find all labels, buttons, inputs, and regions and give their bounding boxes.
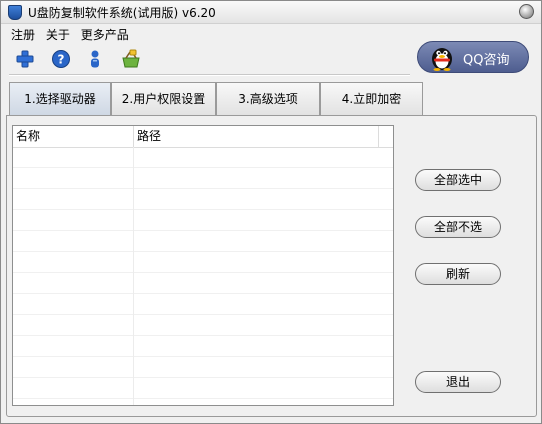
close-button[interactable] <box>519 4 534 19</box>
column-divider <box>133 315 134 336</box>
title-bar: U盘防复制软件系统(试用版) v6.20 <box>1 1 541 24</box>
column-divider <box>133 399 134 405</box>
tab-user-permissions[interactable]: 2.用户权限设置 <box>111 82 216 115</box>
list-empty-row <box>13 378 393 399</box>
tab-select-drive[interactable]: 1.选择驱动器 <box>9 82 111 115</box>
list-empty-row <box>13 147 393 168</box>
column-divider <box>133 273 134 294</box>
main-window: U盘防复制软件系统(试用版) v6.20 注册 关于 更多产品 ? QQ咨询 1… <box>0 0 542 424</box>
list-empty-row <box>13 399 393 405</box>
svg-text:?: ? <box>58 53 65 67</box>
column-divider <box>133 231 134 252</box>
tab-advanced-options[interactable]: 3.高级选项 <box>216 82 320 115</box>
tab-panel: 名称 路径 全部选中 全部不选 刷新 退出 <box>6 115 537 417</box>
user-icon[interactable] <box>85 49 105 69</box>
help-icon[interactable]: ? <box>51 49 71 69</box>
column-divider <box>133 294 134 315</box>
select-none-button[interactable]: 全部不选 <box>415 216 501 238</box>
column-divider <box>133 189 134 210</box>
list-empty-row <box>13 231 393 252</box>
column-divider <box>133 168 134 189</box>
list-empty-row <box>13 315 393 336</box>
list-empty-row <box>13 357 393 378</box>
menu-register[interactable]: 注册 <box>11 26 35 43</box>
basket-icon[interactable] <box>121 49 141 69</box>
column-divider <box>133 147 134 168</box>
column-divider <box>133 336 134 357</box>
app-shield-icon <box>8 5 22 20</box>
list-empty-row <box>13 189 393 210</box>
exit-button[interactable]: 退出 <box>415 371 501 393</box>
column-divider <box>133 210 134 231</box>
column-header-name[interactable]: 名称 <box>13 126 134 147</box>
menu-about[interactable]: 关于 <box>46 26 70 43</box>
column-divider <box>133 252 134 273</box>
window-title: U盘防复制软件系统(试用版) v6.20 <box>28 6 216 20</box>
qq-consult-button[interactable]: QQ咨询 <box>417 41 529 73</box>
plus-icon[interactable] <box>15 49 35 69</box>
refresh-button[interactable]: 刷新 <box>415 263 501 285</box>
list-empty-row <box>13 294 393 315</box>
menu-bar: 注册 关于 更多产品 <box>11 26 136 42</box>
menu-more-products[interactable]: 更多产品 <box>81 26 129 43</box>
column-divider <box>133 378 134 399</box>
list-header: 名称 路径 <box>13 126 393 148</box>
list-empty-row <box>13 168 393 189</box>
list-empty-row <box>13 336 393 357</box>
select-all-button[interactable]: 全部选中 <box>415 169 501 191</box>
tab-encrypt-now[interactable]: 4.立即加密 <box>320 82 423 115</box>
qq-consult-label: QQ咨询 <box>463 53 510 68</box>
list-empty-row <box>13 252 393 273</box>
toolbar-separator <box>9 74 410 76</box>
qq-penguin-icon <box>432 48 452 71</box>
drive-list[interactable]: 名称 路径 <box>12 125 394 406</box>
list-empty-row <box>13 210 393 231</box>
column-header-path[interactable]: 路径 <box>134 126 379 147</box>
list-empty-row <box>13 273 393 294</box>
column-divider <box>133 357 134 378</box>
